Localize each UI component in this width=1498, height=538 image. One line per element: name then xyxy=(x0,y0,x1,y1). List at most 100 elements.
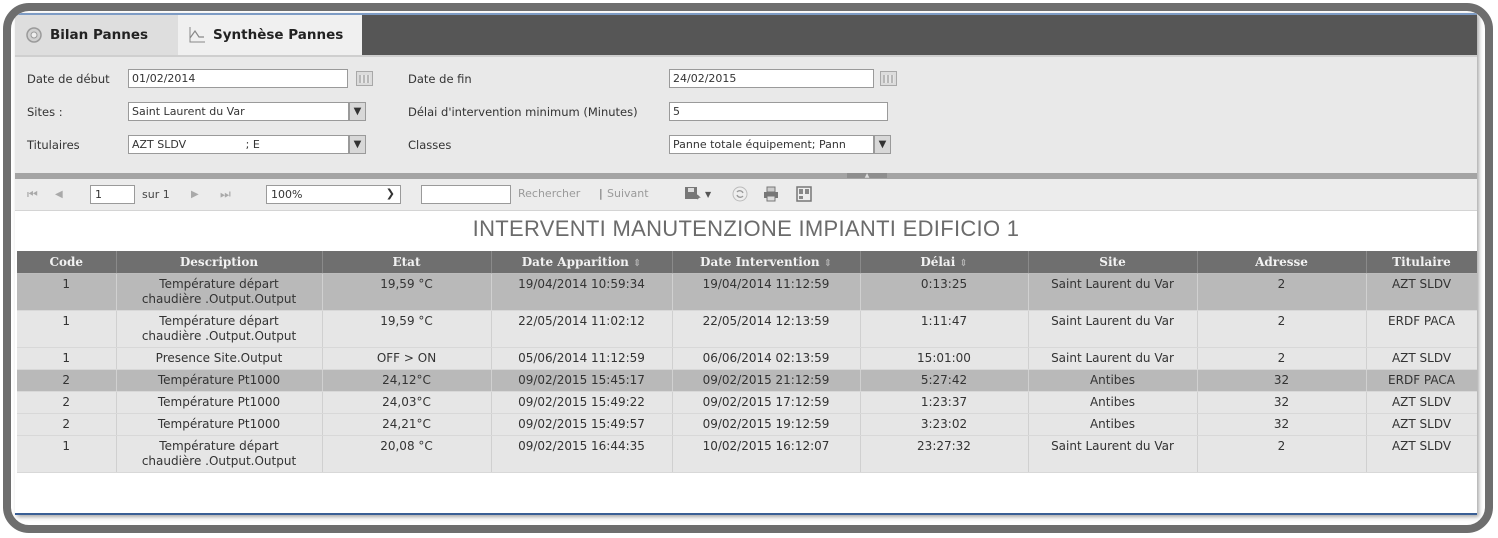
cell-adresse: 32 xyxy=(1197,413,1367,436)
cell-adresse: 2 xyxy=(1197,347,1367,370)
cell-delai: 15:01:00 xyxy=(860,347,1029,370)
cell-etat: 20,08 °C xyxy=(322,435,492,473)
sites-label: Sites : xyxy=(27,105,63,119)
app-window: Bilan Pannes Synthèse Pannes Date de déb… xyxy=(15,13,1477,515)
calendar-icon[interactable] xyxy=(880,71,897,86)
cell-description: Température départ chaudière .Output.Out… xyxy=(116,435,323,473)
cell-site: Saint Laurent du Var xyxy=(1028,435,1198,473)
table-row[interactable]: 2 Température Pt1000 24,03°C 09/02/2015 15:… xyxy=(17,391,1477,414)
last-page-button[interactable]: ⏭ xyxy=(220,187,231,202)
cell-date-intervention: 09/02/2015 21:12:59 xyxy=(672,369,861,392)
date-debut-label: Date de début xyxy=(27,72,110,86)
table-row[interactable]: 2 Température Pt1000 24,12°C 09/02/2015 15:… xyxy=(17,369,1477,392)
cell-site: Antibes xyxy=(1028,369,1198,392)
next-page-button[interactable]: ▶ xyxy=(191,189,199,200)
print-icon[interactable] xyxy=(762,185,780,203)
cell-delai: 1:11:47 xyxy=(860,310,1029,348)
delai-label: Délai d'intervention minimum (Minutes) xyxy=(408,105,638,119)
cell-date-intervention: 06/06/2014 02:13:59 xyxy=(672,347,861,370)
cell-code: 1 xyxy=(17,273,117,311)
zoom-select[interactable]: 100% ❯ xyxy=(266,185,401,204)
column-header-description[interactable]: Description xyxy=(116,251,323,274)
layout-icon[interactable] xyxy=(795,185,813,203)
titulaires-select[interactable]: AZT SLDV ; E xyxy=(128,135,349,154)
column-header-delai[interactable]: Délai ⇕ xyxy=(860,251,1029,274)
table-row[interactable]: 1 Température départ chaudière .Output.Ou… xyxy=(17,273,1477,311)
cell-titulaire: AZT SLDV xyxy=(1366,391,1477,414)
cell-adresse: 2 xyxy=(1197,310,1367,348)
page-number-input[interactable]: 1 xyxy=(90,185,135,204)
cell-adresse: 32 xyxy=(1197,391,1367,414)
link-separator: | xyxy=(599,187,603,200)
classes-select[interactable]: Panne totale équipement; Pann xyxy=(669,135,874,154)
zoom-value: 100% xyxy=(271,188,303,201)
cell-delai: 0:13:25 xyxy=(860,273,1029,311)
calendar-icon[interactable] xyxy=(356,71,373,86)
date-fin-input[interactable]: 24/02/2015 xyxy=(669,69,874,88)
column-header-date-intervention[interactable]: Date Intervention ⇕ xyxy=(672,251,861,274)
collapse-handle[interactable]: ▲ xyxy=(847,173,887,179)
column-header-etat[interactable]: Etat xyxy=(322,251,492,274)
cell-site: Saint Laurent du Var xyxy=(1028,273,1198,311)
cell-titulaire: AZT SLDV xyxy=(1366,413,1477,436)
cell-etat: 24,03°C xyxy=(322,391,492,414)
prev-page-button[interactable]: ◀ xyxy=(55,189,63,200)
column-header-adresse[interactable]: Adresse xyxy=(1197,251,1367,274)
cell-etat: 24,12°C xyxy=(322,369,492,392)
tab-label: Synthèse Pannes xyxy=(213,27,344,43)
cell-code: 1 xyxy=(17,310,117,348)
cell-etat: 19,59 °C xyxy=(322,273,492,311)
filter-panel: Date de début 01/02/2014 Sites : Saint L… xyxy=(15,55,1477,173)
column-header-titulaire[interactable]: Titulaire xyxy=(1366,251,1477,274)
sort-icon[interactable]: ⇕ xyxy=(959,258,967,269)
cell-code: 1 xyxy=(17,347,117,370)
report-toolbar: ⏮ ◀ 1 sur 1 ▶ ⏭ 100% ❯ Rechercher | Suiv… xyxy=(15,179,1477,211)
cell-titulaire: ERDF PACA xyxy=(1366,310,1477,348)
cell-titulaire: AZT SLDV xyxy=(1366,347,1477,370)
tab-synthese-pannes[interactable]: Synthèse Pannes xyxy=(178,15,362,55)
table-row[interactable]: 1 Température départ chaudière .Output.Ou… xyxy=(17,435,1477,473)
sites-select[interactable]: Saint Laurent du Var xyxy=(128,102,349,121)
report-area: INTERVENTI MANUTENZIONE IMPIANTI EDIFICI… xyxy=(15,212,1477,513)
next-match-link[interactable]: Suivant xyxy=(607,187,649,200)
cell-etat: OFF > ON xyxy=(322,347,492,370)
tab-bilan-pannes[interactable]: Bilan Pannes xyxy=(15,15,178,55)
chevron-down-icon[interactable]: ▼ xyxy=(349,135,366,154)
first-page-button[interactable]: ⏮ xyxy=(27,187,38,202)
cell-site: Antibes xyxy=(1028,413,1198,436)
sort-icon[interactable]: ⇕ xyxy=(824,258,832,269)
chevron-down-icon[interactable]: ▼ xyxy=(874,135,891,154)
cell-etat: 24,21°C xyxy=(322,413,492,436)
cell-description: Presence Site.Output xyxy=(116,347,323,370)
search-link[interactable]: Rechercher xyxy=(518,187,580,200)
cell-delai: 5:27:42 xyxy=(860,369,1029,392)
cell-date-apparition: 09/02/2015 15:49:57 xyxy=(491,413,673,436)
table-row[interactable]: 1 Température départ chaudière .Output.Ou… xyxy=(17,310,1477,348)
cell-code: 2 xyxy=(17,413,117,436)
cell-adresse: 2 xyxy=(1197,273,1367,311)
refresh-icon[interactable] xyxy=(731,185,749,203)
interventions-table: Code Description Etat Date Apparition ⇕ D… xyxy=(17,251,1477,473)
chevron-down-icon[interactable]: ▼ xyxy=(349,102,366,121)
column-header-date-apparition[interactable]: Date Apparition ⇕ xyxy=(491,251,673,274)
cell-site: Saint Laurent du Var xyxy=(1028,310,1198,348)
cell-date-intervention: 19/04/2014 11:12:59 xyxy=(672,273,861,311)
cell-date-apparition: 05/06/2014 11:12:59 xyxy=(491,347,673,370)
cell-code: 1 xyxy=(17,435,117,473)
delai-input[interactable]: 5 xyxy=(669,102,888,121)
export-icon[interactable] xyxy=(684,185,702,203)
table-header-row: Code Description Etat Date Apparition ⇕ D… xyxy=(17,251,1477,274)
column-header-code[interactable]: Code xyxy=(17,251,117,274)
caret-down-icon[interactable]: ▼ xyxy=(705,190,711,199)
date-debut-input[interactable]: 01/02/2014 xyxy=(128,69,348,88)
cell-date-apparition: 22/05/2014 11:02:12 xyxy=(491,310,673,348)
table-row[interactable]: 1 Presence Site.Output OFF > ON 05/06/2014 … xyxy=(17,347,1477,370)
cell-date-apparition: 19/04/2014 10:59:34 xyxy=(491,273,673,311)
table-row[interactable]: 2 Température Pt1000 24,21°C 09/02/2015 15:… xyxy=(17,413,1477,436)
date-fin-label: Date de fin xyxy=(408,72,472,86)
search-input[interactable] xyxy=(421,185,511,204)
sort-icon[interactable]: ⇕ xyxy=(633,258,641,269)
cell-site: Antibes xyxy=(1028,391,1198,414)
column-header-site[interactable]: Site xyxy=(1028,251,1198,274)
cell-description: Température départ chaudière .Output.Out… xyxy=(116,310,323,348)
